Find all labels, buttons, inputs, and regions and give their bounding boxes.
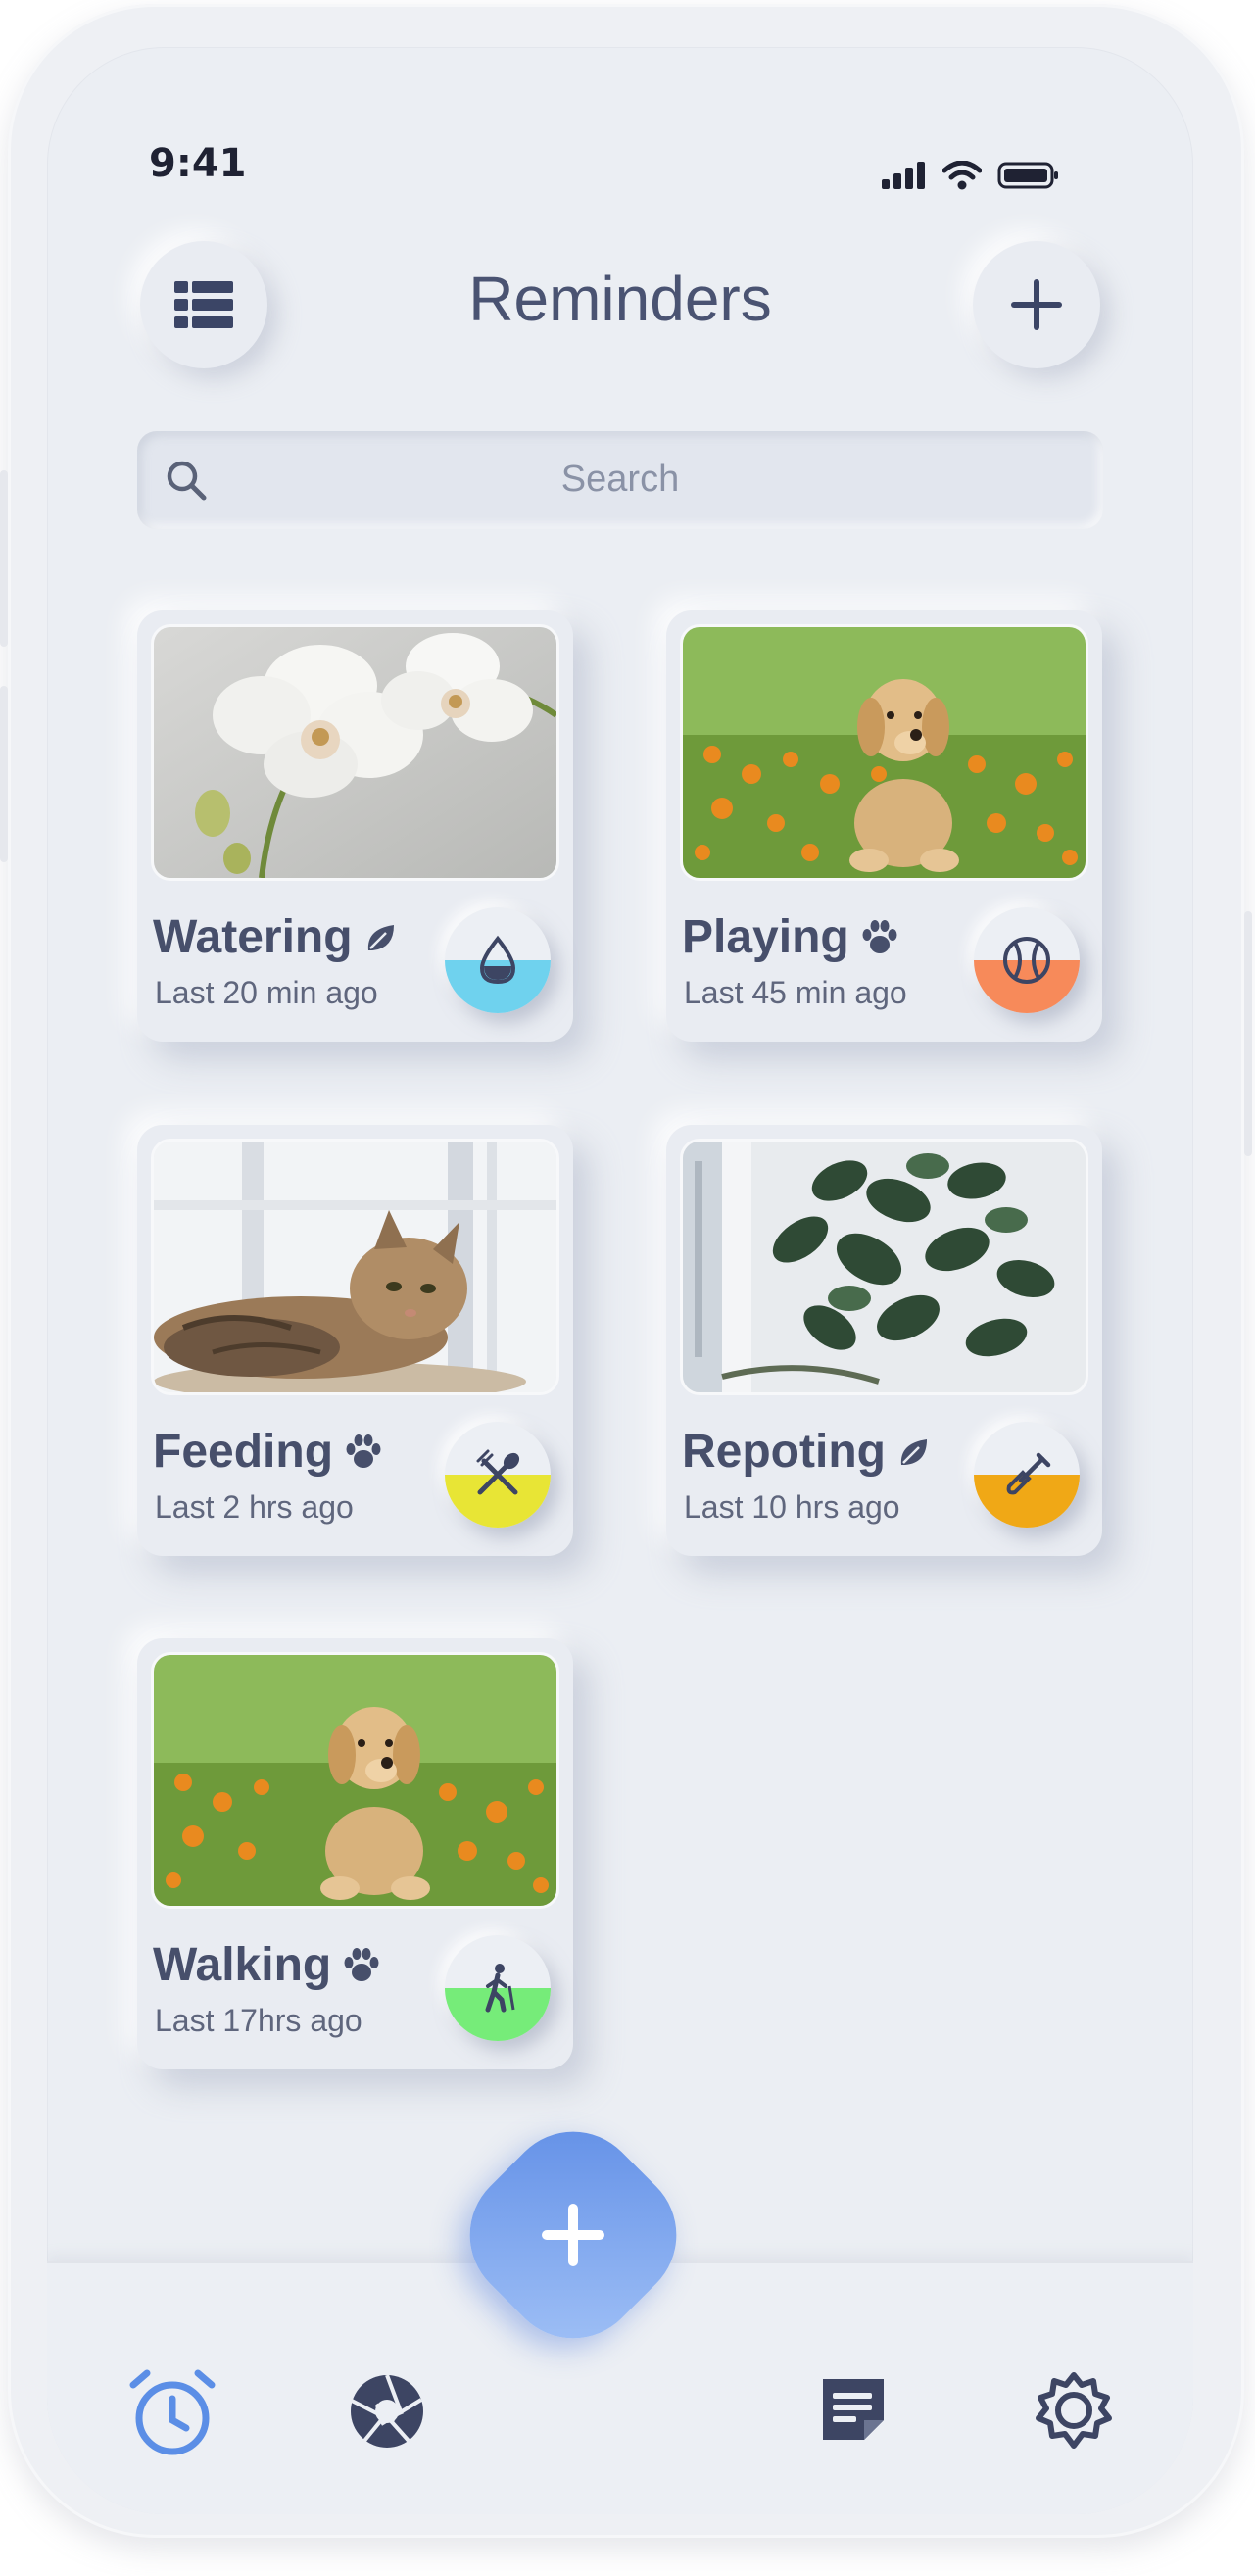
- paw-icon: [346, 1434, 381, 1468]
- search-input[interactable]: Search: [137, 459, 1103, 501]
- card-title-text: Feeding: [153, 1426, 334, 1478]
- reminder-card-repoting[interactable]: Repoting Last 10 hrs ago: [666, 1125, 1102, 1556]
- add-reminder-button[interactable]: [973, 241, 1100, 368]
- card-title-text: Playing: [682, 911, 849, 963]
- card-subtitle: Last 2 hrs ago: [155, 1489, 354, 1525]
- phone-side-button: [0, 686, 8, 862]
- repot-action-button[interactable]: [974, 1422, 1080, 1528]
- paw-icon: [862, 919, 897, 953]
- leaf-icon: [900, 1438, 927, 1465]
- card-title: Playing: [682, 910, 898, 964]
- card-subtitle: Last 20 min ago: [155, 975, 378, 1010]
- phone-power-button: [1244, 911, 1252, 1156]
- puppy-photo: [151, 1652, 559, 1909]
- app-screen: 9:41 Reminders Search Watering Last 20 m…: [47, 47, 1193, 2514]
- card-subtitle: Last 17hrs ago: [155, 2003, 362, 2038]
- puppy-photo: [680, 624, 1088, 881]
- shovel-icon: [1006, 1452, 1051, 1495]
- water-drop-icon: [479, 935, 516, 985]
- card-title: Repoting: [682, 1425, 931, 1479]
- ball-icon: [1003, 937, 1050, 984]
- paw-icon: [344, 1947, 379, 1981]
- walking-person-icon: [485, 1964, 515, 2013]
- card-title-text: Repoting: [682, 1426, 886, 1478]
- leaf-icon: [367, 924, 394, 950]
- status-time: 9:41: [149, 141, 247, 186]
- status-icons: [882, 161, 1060, 190]
- water-action-button[interactable]: [445, 907, 551, 1013]
- utensils-icon: [476, 1449, 520, 1495]
- ball-action-button[interactable]: [974, 907, 1080, 1013]
- card-subtitle: Last 45 min ago: [684, 975, 907, 1010]
- reminder-card-watering[interactable]: Watering Last 20 min ago: [137, 610, 573, 1042]
- card-title-text: Walking: [153, 1939, 332, 1991]
- card-title: Feeding: [153, 1425, 382, 1479]
- reminder-card-playing[interactable]: Playing Last 45 min ago: [666, 610, 1102, 1042]
- card-title: Walking: [153, 1938, 380, 1992]
- aperture-icon[interactable]: [347, 2371, 427, 2452]
- battery-icon: [997, 162, 1058, 189]
- card-subtitle: Last 10 hrs ago: [684, 1489, 900, 1525]
- orchid-photo: [151, 624, 559, 881]
- reminder-card-feeding[interactable]: Feeding Last 2 hrs ago: [137, 1125, 573, 1556]
- plus-icon: [1011, 279, 1062, 330]
- walk-action-button[interactable]: [445, 1935, 551, 2041]
- plant-photo: [680, 1139, 1088, 1395]
- phone-side-button: [0, 470, 8, 647]
- reminder-card-walking[interactable]: Walking Last 17hrs ago: [137, 1638, 573, 2069]
- wifi-icon: [942, 161, 982, 190]
- card-title: Watering: [153, 910, 398, 964]
- search-bar[interactable]: Search: [137, 431, 1103, 529]
- feed-action-button[interactable]: [445, 1422, 551, 1528]
- alarm-clock-icon[interactable]: [125, 2365, 219, 2459]
- cat-photo: [151, 1139, 559, 1395]
- card-title-text: Watering: [153, 911, 353, 963]
- add-icon[interactable]: [514, 2176, 632, 2294]
- notes-icon[interactable]: [817, 2373, 890, 2446]
- settings-icon[interactable]: [1031, 2369, 1117, 2455]
- signal-icon: [882, 162, 925, 189]
